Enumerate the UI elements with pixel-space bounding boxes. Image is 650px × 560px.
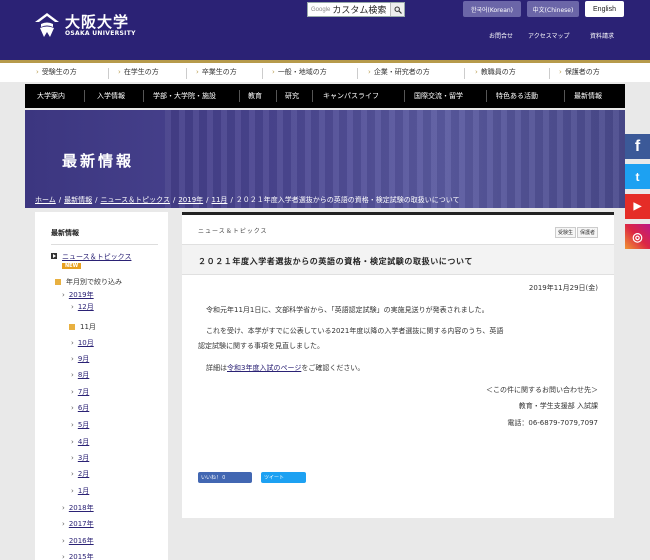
breadcrumb: ホーム / 最新情報 / ニュース＆トピックス/2019年/11月/２０２１年度入学者選…: [35, 196, 460, 204]
article-paragraph-3: 詳細は令和3年度入試のページをご確認ください。: [206, 364, 365, 372]
aud-nav-alumni[interactable]: › 卒業生の方: [196, 67, 237, 77]
article-title-bar: ２０２１年度入学者選抜からの英語の資格・検定試験の取扱いについて: [182, 244, 614, 275]
main-nav-campus-life[interactable]: キャンパスライフ: [323, 91, 379, 101]
main-nav-admissions[interactable]: 入学情報: [97, 91, 125, 101]
tag-parents: 保護者: [576, 227, 598, 238]
lang-english-button[interactable]: English: [585, 1, 624, 17]
twitter-icon[interactable]: t: [625, 164, 650, 189]
search-icon: [394, 6, 402, 14]
util-link-access[interactable]: アクセスマップ: [528, 31, 570, 40]
facebook-icon[interactable]: f: [625, 134, 650, 159]
sidebar-divider: [51, 244, 158, 245]
tag-prospective: 受験生: [554, 227, 576, 238]
tree-month-11-current: 11月: [69, 322, 96, 332]
aud-nav-students[interactable]: › 在学生の方: [118, 67, 159, 77]
chevron-right-icon: ›: [368, 68, 371, 76]
chevron-right-icon: ›: [272, 68, 275, 76]
google-label: Google: [311, 6, 331, 13]
main-nav-activities[interactable]: 特色ある活動: [496, 91, 538, 101]
tree-year-2016[interactable]: › 2016年: [62, 536, 94, 546]
article-tags: 受験生 保護者: [554, 227, 598, 238]
aud-nav-public[interactable]: › 一般・地域の方: [272, 67, 327, 77]
sidebar-item-news-topics[interactable]: ニュース＆トピックス: [51, 252, 131, 262]
tree-month-2[interactable]: › 2月: [71, 469, 89, 479]
breadcrumb-news[interactable]: 最新情報: [64, 196, 92, 204]
util-link-contact[interactable]: お問合せ: [489, 31, 513, 40]
article-date: 2019年11月29日(金): [528, 284, 598, 292]
tree-month-10[interactable]: › 10月: [71, 338, 94, 348]
tree-month-4[interactable]: › 4月: [71, 437, 89, 447]
aud-nav-staff[interactable]: › 教職員の方: [475, 67, 516, 77]
logo-name-en: OSAKA UNIVERSITY: [65, 29, 136, 37]
page-hero: 最新情報 ホーム / 最新情報 / ニュース＆トピックス/2019年/11月/２０２１年…: [25, 110, 625, 208]
main-nav-international[interactable]: 国際交流・留学: [414, 91, 463, 101]
article-paragraph-2: これを受け、本学がすでに公表している2021年度以降の入学者選抜に関する内容のう…: [198, 327, 504, 350]
chevron-right-icon: ›: [196, 68, 199, 76]
main-nav-faculties[interactable]: 学部・大学院・施設: [153, 91, 216, 101]
article: ニュース＆トピックス 受験生 保護者 ２０２１年度入学者選抜からの英語の資格・検…: [182, 212, 614, 518]
facebook-like-button[interactable]: いいね！ 0: [198, 472, 252, 483]
logo-mark-icon: [33, 12, 61, 38]
main-nav-about[interactable]: 大学案内: [37, 91, 65, 101]
tree-month-3[interactable]: › 3月: [71, 453, 89, 463]
main-nav-news[interactable]: 最新情報: [574, 91, 602, 101]
instagram-icon[interactable]: ◎: [625, 224, 650, 249]
tree-month-1[interactable]: › 1月: [71, 486, 89, 496]
sidebar-filter-heading: 年月別で絞り込み: [55, 277, 122, 287]
aud-nav-industry[interactable]: › 企業・研究者の方: [368, 67, 430, 77]
page-title: 最新情報: [62, 152, 135, 170]
university-logo[interactable]: 大阪大学 OSAKA UNIVERSITY: [33, 12, 136, 38]
tree-year-2018[interactable]: › 2018年: [62, 503, 94, 513]
arrow-box-icon: [51, 253, 57, 259]
tree-month-12[interactable]: › 12月: [71, 302, 94, 312]
new-badge: NEW: [62, 263, 82, 269]
main-nav-education[interactable]: 教育: [248, 91, 262, 101]
tree-month-6[interactable]: › 6月: [71, 403, 89, 413]
main-nav: 大学案内 入学情報 学部・大学院・施設 教育 研究 キャンパスライフ 国際交流・…: [25, 84, 625, 108]
site-header: 大阪大学 OSAKA UNIVERSITY Google 한국어(Korean)…: [0, 0, 650, 60]
square-bullet-icon: [69, 324, 75, 330]
search-input[interactable]: [332, 4, 387, 15]
aud-nav-parents[interactable]: › 保護者の方: [559, 67, 600, 77]
contact-phone: 電話：06-6879-7079,7097: [507, 419, 598, 427]
tree-month-8[interactable]: › 8月: [71, 370, 89, 380]
breadcrumb-year[interactable]: 2019年: [178, 196, 203, 204]
util-link-brochure[interactable]: 資料請求: [590, 31, 614, 40]
chevron-right-icon: ›: [36, 68, 39, 76]
chevron-right-icon: ›: [118, 68, 121, 76]
chevron-right-icon: ›: [559, 68, 562, 76]
breadcrumb-topics[interactable]: ニュース＆トピックス: [101, 196, 170, 204]
lang-korean-button[interactable]: 한국어(Korean): [463, 1, 521, 17]
contact-department: 教育・学生支援部 入試課: [518, 402, 598, 410]
article-title: ２０２１年度入学者選抜からの英語の資格・検定試験の取扱いについて: [198, 257, 473, 266]
breadcrumb-current: ２０２１年度入学者選抜からの英語の資格・検定試験の取扱いについて: [235, 196, 460, 204]
tweet-button[interactable]: ツイート: [261, 472, 306, 483]
tree-year-2017[interactable]: › 2017年: [62, 519, 94, 529]
search-box: Google: [307, 2, 405, 17]
aud-nav-prospective[interactable]: › 受験生の方: [36, 67, 77, 77]
sidebar-news-link[interactable]: ニュース＆トピックス: [62, 252, 131, 262]
tree-month-7[interactable]: › 7月: [71, 387, 89, 397]
main-nav-research[interactable]: 研究: [285, 91, 299, 101]
tree-year-2015[interactable]: › 2015年: [62, 552, 94, 560]
breadcrumb-month[interactable]: 11月: [212, 196, 228, 204]
square-bullet-icon: [55, 279, 61, 285]
tree-month-9[interactable]: › 9月: [71, 354, 89, 364]
logo-name-jp: 大阪大学: [65, 12, 130, 31]
sidebar: 最新情報 ニュース＆トピックス NEW 年月別で絞り込み › 2019年 › 12月…: [35, 212, 168, 560]
audience-nav: › 受験生の方 › 在学生の方 › 卒業生の方 › 一般・地域の方 › 企業・研究者の方 …: [0, 60, 650, 82]
search-button[interactable]: [390, 3, 404, 16]
contact-heading: ＜この件に関するお問い合わせ先＞: [486, 386, 598, 394]
tree-month-5[interactable]: › 5月: [71, 420, 89, 430]
sidebar-title: 最新情報: [51, 229, 79, 237]
article-category: ニュース＆トピックス: [198, 228, 268, 235]
tree-year-2019[interactable]: › 2019年: [62, 290, 94, 300]
chevron-right-icon: ›: [475, 68, 478, 76]
lang-chinese-button[interactable]: 中文(Chinese): [527, 1, 579, 17]
breadcrumb-home[interactable]: ホーム: [35, 196, 56, 204]
article-paragraph-1: 令和元年11月1日に、文部科学省から、「英語認定試験」の実施見送りが発表されまし…: [206, 306, 489, 314]
admissions-page-link[interactable]: 令和3年度入試のページ: [227, 364, 301, 372]
youtube-icon[interactable]: ▶: [625, 194, 650, 219]
